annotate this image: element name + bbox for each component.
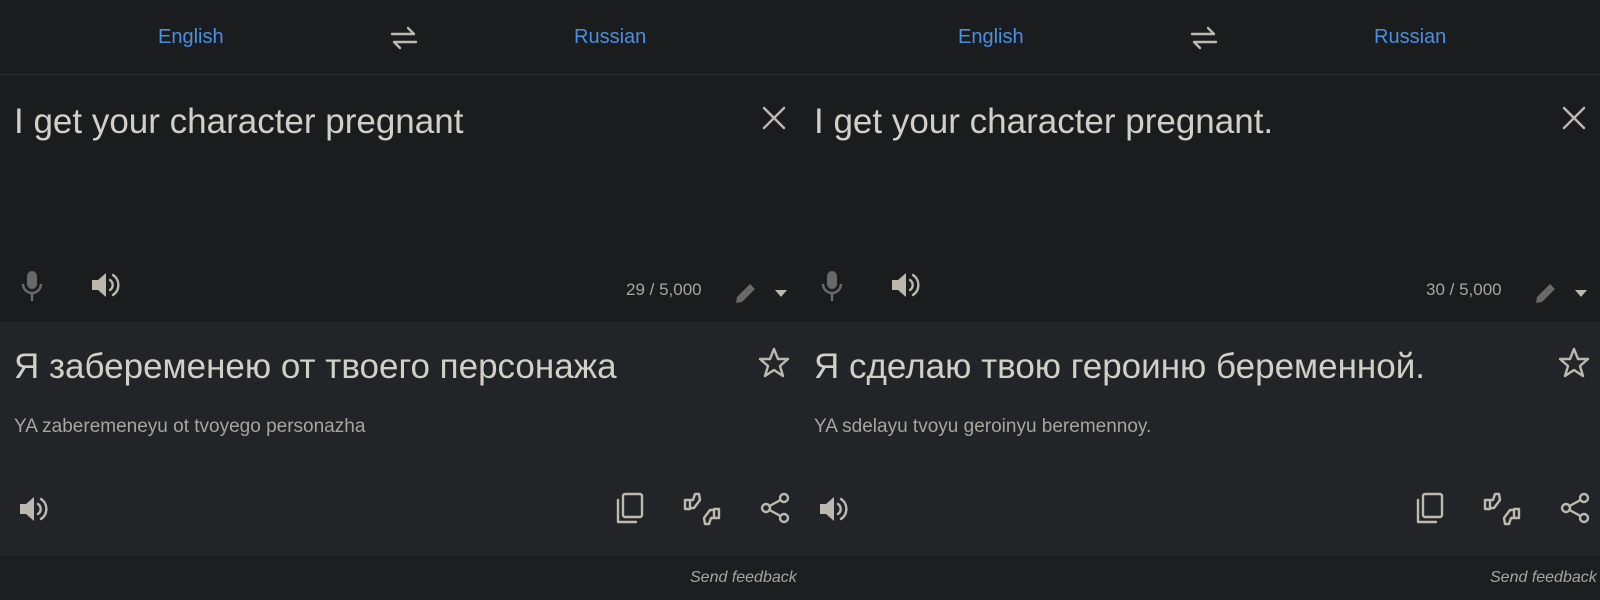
language-bar: English Russian [800, 0, 1600, 75]
translation-output-area: Я забеременею от твоего персонажа YA zab… [0, 322, 800, 556]
source-input-area[interactable]: I get your character pregnant 29 / 5,000 [0, 75, 800, 322]
share-icon[interactable] [758, 491, 792, 525]
character-count: 29 / 5,000 [626, 280, 702, 299]
target-language-button[interactable]: Russian [574, 26, 646, 49]
source-language-button[interactable]: English [958, 26, 1024, 49]
thumbs-up-down-icon[interactable] [682, 490, 722, 528]
copy-icon[interactable] [1414, 491, 1446, 525]
swap-arrows-icon[interactable] [388, 24, 420, 52]
target-language-button[interactable]: Russian [1374, 26, 1446, 49]
character-count: 30 / 5,000 [1426, 280, 1502, 299]
copy-icon[interactable] [614, 491, 646, 525]
language-bar: English Russian [0, 0, 800, 75]
microphone-icon[interactable] [818, 268, 846, 304]
translate-panel-2: English Russian I get your character pre… [800, 0, 1600, 600]
close-icon[interactable] [1558, 102, 1590, 134]
pencil-icon[interactable] [733, 280, 759, 306]
star-icon[interactable] [757, 346, 791, 380]
speaker-icon[interactable] [16, 492, 50, 526]
source-text-input[interactable]: I get your character pregnant [14, 101, 734, 143]
swap-arrows-icon[interactable] [1188, 24, 1220, 52]
translation-text: Я забеременею от твоего персонажа [14, 347, 617, 386]
dropdown-caret-icon[interactable] [1573, 286, 1589, 300]
star-icon[interactable] [1557, 346, 1591, 380]
thumbs-up-down-icon[interactable] [1482, 490, 1522, 528]
share-icon[interactable] [1558, 491, 1592, 525]
translate-panel-1: English Russian I get your character pre… [0, 0, 800, 600]
send-feedback-link[interactable]: Send feedback [1490, 569, 1597, 587]
close-icon[interactable] [758, 102, 790, 134]
transliteration-text: YA zaberemeneyu ot tvoyego personazha [14, 416, 366, 437]
speaker-icon[interactable] [816, 492, 850, 526]
translation-text: Я сделаю твою героиню беременной. [814, 347, 1425, 386]
microphone-icon[interactable] [18, 268, 46, 304]
send-feedback-link[interactable]: Send feedback [690, 569, 797, 587]
pencil-icon[interactable] [1533, 280, 1559, 306]
translation-output-area: Я сделаю твою героиню беременной. YA sde… [800, 322, 1600, 556]
speaker-icon[interactable] [888, 268, 922, 302]
speaker-icon[interactable] [88, 268, 122, 302]
source-language-button[interactable]: English [158, 26, 224, 49]
dropdown-caret-icon[interactable] [773, 286, 789, 300]
source-text-input[interactable]: I get your character pregnant. [814, 101, 1534, 143]
transliteration-text: YA sdelayu tvoyu geroinyu beremennoy. [814, 416, 1152, 437]
source-input-area[interactable]: I get your character pregnant. 30 / 5,00… [800, 75, 1600, 322]
